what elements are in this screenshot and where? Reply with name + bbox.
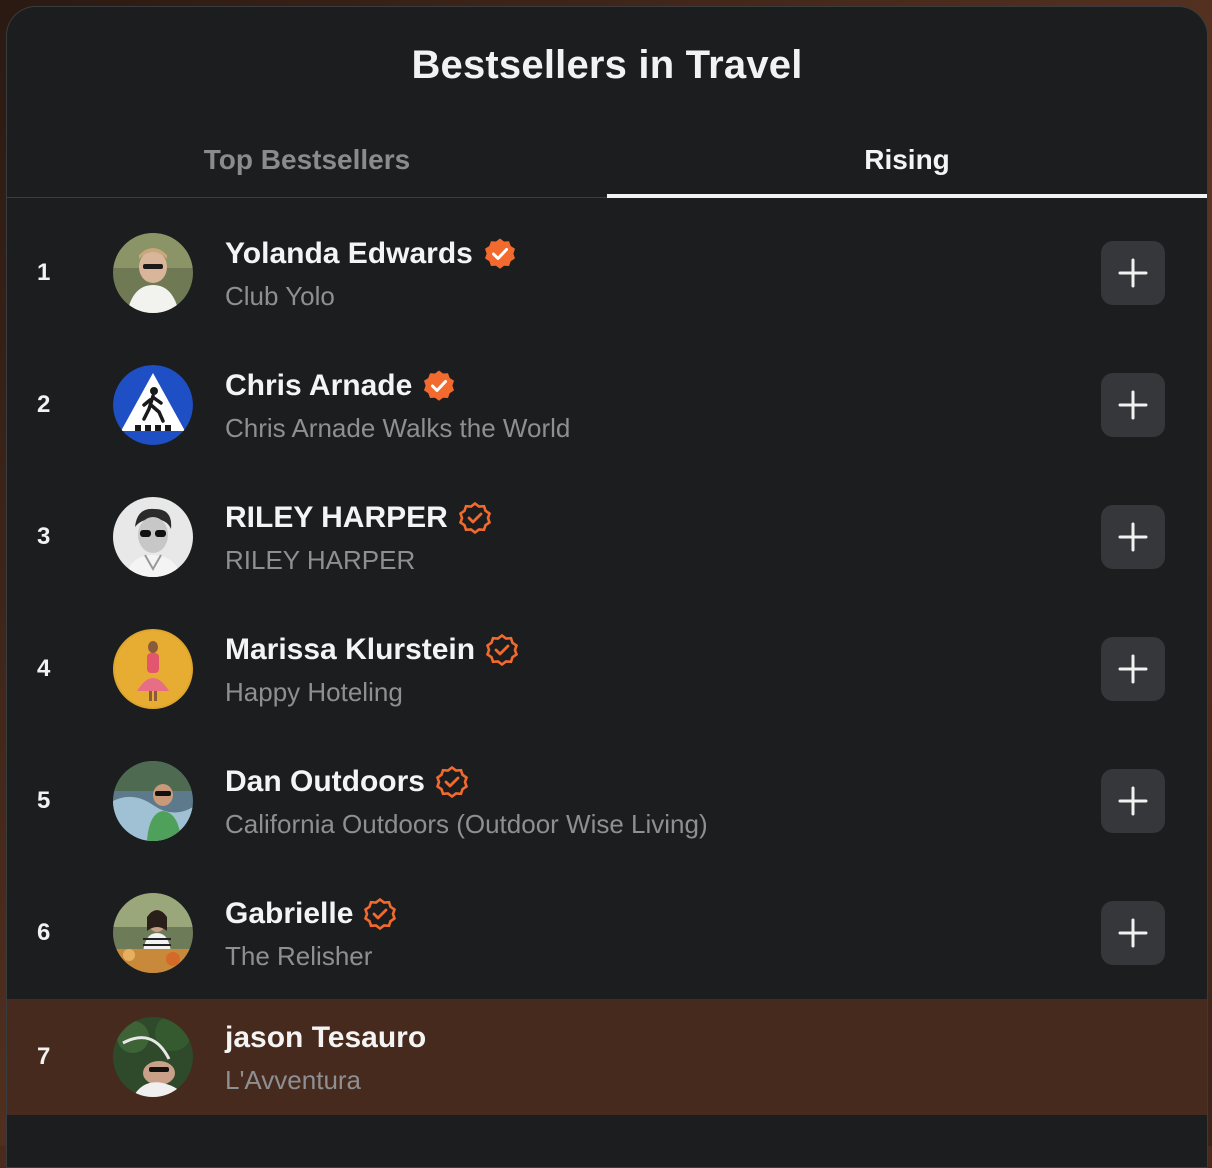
tab-top-bestsellers[interactable]: Top Bestsellers <box>7 125 607 195</box>
author-name[interactable]: Marissa Klurstein <box>225 633 475 667</box>
add-button[interactable] <box>1101 769 1165 833</box>
list-item[interactable]: 4 Marissa Klurstein Happy Hoteling <box>7 603 1207 735</box>
avatar[interactable] <box>113 497 193 577</box>
publication-name: Happy Hoteling <box>225 677 403 707</box>
add-button[interactable] <box>1101 637 1165 701</box>
author-name[interactable]: Dan Outdoors <box>225 765 425 799</box>
publication-name: Club Yolo <box>225 281 335 311</box>
plus-icon <box>1118 522 1148 552</box>
verified-badge-icon <box>422 369 456 403</box>
rank-number: 1 <box>37 259 51 286</box>
list-item[interactable]: 2 Chris Arnade Chris Arnade Walks the Wo… <box>7 339 1207 471</box>
add-button[interactable] <box>1101 505 1165 569</box>
author-name[interactable]: jason Tesauro <box>225 1021 426 1055</box>
avatar[interactable] <box>113 893 193 973</box>
author-name[interactable]: RILEY HARPER <box>225 501 448 535</box>
rank-number: 7 <box>37 1043 51 1070</box>
bestseller-list: 1 Yolanda Edwards Club Yolo 2 Chris Arna… <box>7 207 1207 1115</box>
avatar[interactable] <box>113 365 193 445</box>
panel-title: Bestsellers in Travel <box>411 43 803 87</box>
avatar[interactable] <box>113 1017 193 1097</box>
add-button[interactable] <box>1101 241 1165 305</box>
plus-icon <box>1118 390 1148 420</box>
bestsellers-panel: Bestsellers in Travel Top Bestsellers Ri… <box>6 6 1208 1168</box>
publication-name: California Outdoors (Outdoor Wise Living… <box>225 809 708 839</box>
verified-badge-icon <box>435 765 469 799</box>
verified-badge-icon <box>363 897 397 931</box>
tab-bar: Top Bestsellers Rising <box>7 125 1207 198</box>
plus-icon <box>1118 786 1148 816</box>
avatar[interactable] <box>113 233 193 313</box>
add-button[interactable] <box>1101 901 1165 965</box>
plus-icon <box>1118 918 1148 948</box>
add-button[interactable] <box>1101 373 1165 437</box>
author-name[interactable]: Gabrielle <box>225 897 353 931</box>
verified-badge-icon <box>483 237 517 271</box>
avatar[interactable] <box>113 629 193 709</box>
list-item[interactable]: 6 Gabrielle The Relisher <box>7 867 1207 999</box>
list-item[interactable]: 1 Yolanda Edwards Club Yolo <box>7 207 1207 339</box>
plus-icon <box>1118 258 1148 288</box>
rank-number: 3 <box>37 523 51 550</box>
publication-name: The Relisher <box>225 941 373 971</box>
rank-number: 5 <box>37 787 51 814</box>
plus-icon <box>1118 654 1148 684</box>
tab-rising[interactable]: Rising <box>607 125 1207 198</box>
list-item[interactable]: 3 RILEY HARPER RILEY HARPER <box>7 471 1207 603</box>
publication-name: Chris Arnade Walks the World <box>225 413 571 443</box>
author-name[interactable]: Yolanda Edwards <box>225 237 473 271</box>
author-name[interactable]: Chris Arnade <box>225 369 412 403</box>
verified-badge-icon <box>485 633 519 667</box>
publication-name: L'Avventura <box>225 1065 362 1095</box>
rank-number: 2 <box>37 391 51 418</box>
rank-number: 6 <box>37 919 51 946</box>
list-item-highlighted[interactable]: 7 jason Tesauro L'Avventura <box>7 999 1207 1115</box>
publication-name: RILEY HARPER <box>225 545 416 575</box>
verified-badge-icon <box>458 501 492 535</box>
rank-number: 4 <box>37 655 51 682</box>
list-item[interactable]: 5 Dan Outdoors California Outdoors (Outd… <box>7 735 1207 867</box>
avatar[interactable] <box>113 761 193 841</box>
